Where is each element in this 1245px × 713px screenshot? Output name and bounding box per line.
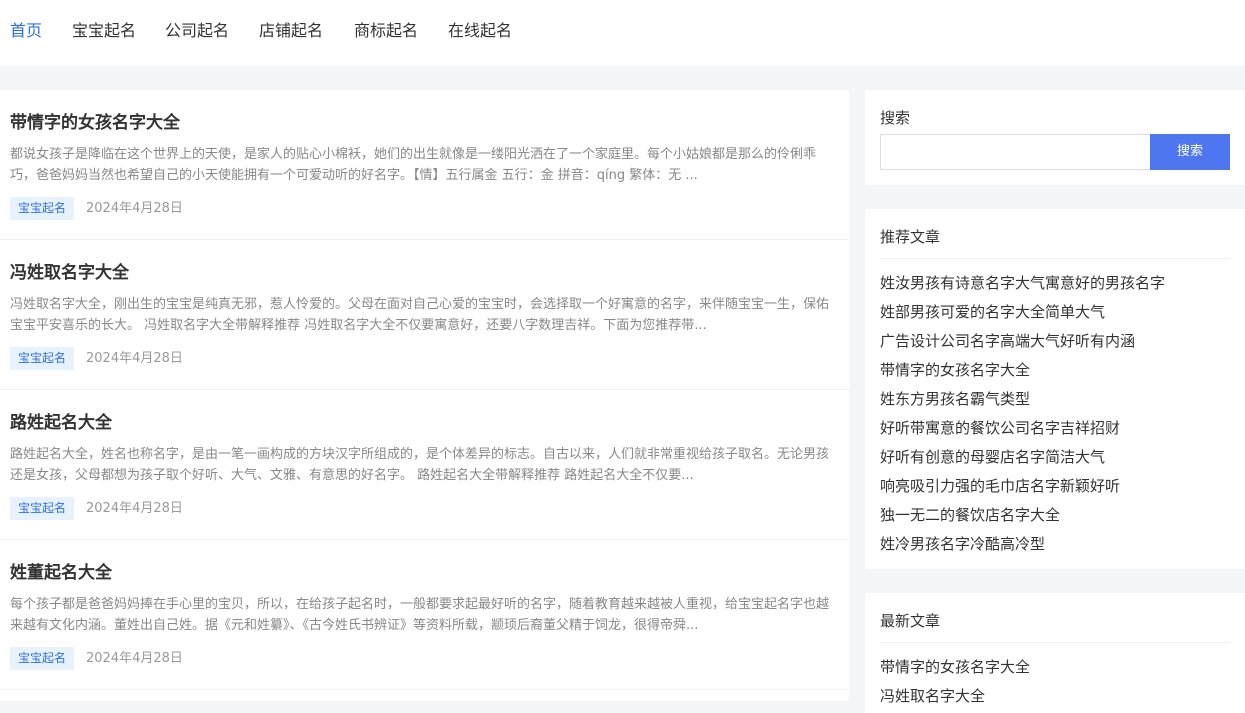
- search-widget: 搜索 搜索: [865, 90, 1245, 185]
- article-excerpt: 冯姓取名字大全，刚出生的宝宝是纯真无邪，惹人怜爱的。父母在面对自己心爱的宝宝时，…: [10, 297, 830, 333]
- latest-article-link[interactable]: 带情字的女孩名字大全: [880, 653, 1230, 682]
- recommended-article-link[interactable]: 姓部男孩可爱的名字大全简单大气: [880, 298, 1230, 327]
- top-navigation: 首页 宝宝起名 公司起名 店铺起名 商标起名 在线起名: [0, 0, 1245, 66]
- latest-widget-title: 最新文章: [880, 612, 941, 630]
- recommended-article-link[interactable]: 姓汝男孩有诗意名字大气寓意好的男孩名字: [880, 269, 1230, 298]
- recommended-article-link[interactable]: 独一无二的餐饮店名字大全: [880, 501, 1230, 530]
- recommended-article-link[interactable]: 好听带寓意的餐饮公司名字吉祥招财: [880, 414, 1230, 443]
- article-excerpt: 都说女孩子是降临在这个世界上的天使，是家人的贴心小棉袄，她们的出生就像是一缕阳光…: [10, 147, 817, 183]
- nav-item-shop-naming[interactable]: 店铺起名: [259, 20, 323, 42]
- article-title[interactable]: 带情字的女孩名字大全: [10, 111, 180, 135]
- widget-divider: [880, 642, 1230, 643]
- article-item: 冯姓取名字大全 冯姓取名字大全，刚出生的宝宝是纯真无邪，惹人怜爱的。父母在面对自…: [0, 240, 849, 390]
- recommended-widget-title: 推荐文章: [880, 228, 941, 246]
- article-date: 2024年4月28日: [86, 501, 183, 516]
- search-button[interactable]: 搜索: [1150, 134, 1230, 170]
- latest-list: 带情字的女孩名字大全 冯姓取名字大全: [880, 653, 1230, 711]
- nav-item-company-naming[interactable]: 公司起名: [165, 20, 229, 42]
- recommended-article-link[interactable]: 响亮吸引力强的毛巾店名字新颖好听: [880, 472, 1230, 501]
- recommended-list: 姓汝男孩有诗意名字大气寓意好的男孩名字 姓部男孩可爱的名字大全简单大气 广告设计…: [880, 269, 1230, 559]
- nav-item-baby-naming[interactable]: 宝宝起名: [72, 20, 136, 42]
- article-excerpt: 每个孩子都是爸爸妈妈捧在手心里的宝贝，所以，在给孩子起名时，一般都要求起最好听的…: [10, 597, 830, 633]
- nav-item-home[interactable]: 首页: [10, 20, 42, 42]
- article-item: 带情字的女孩名字大全 都说女孩子是降临在这个世界上的天使，是家人的贴心小棉袄，她…: [0, 90, 849, 240]
- article-category-tag[interactable]: 宝宝起名: [10, 347, 75, 370]
- article-date: 2024年4月28日: [86, 351, 183, 366]
- article-title[interactable]: 路姓起名大全: [10, 411, 112, 435]
- recommended-articles-widget: 推荐文章 姓汝男孩有诗意名字大气寓意好的男孩名字 姓部男孩可爱的名字大全简单大气…: [865, 209, 1245, 569]
- latest-article-link[interactable]: 冯姓取名字大全: [880, 682, 1230, 711]
- widget-divider: [880, 258, 1230, 259]
- article-category-tag[interactable]: 宝宝起名: [10, 647, 75, 670]
- article-category-tag[interactable]: 宝宝起名: [10, 497, 75, 520]
- recommended-article-link[interactable]: 好听有创意的母婴店名字简洁大气: [880, 443, 1230, 472]
- recommended-article-link[interactable]: 姓东方男孩名霸气类型: [880, 385, 1230, 414]
- nav-item-online-naming[interactable]: 在线起名: [448, 20, 512, 42]
- article-item: 路姓起名大全 路姓起名大全，姓名也称名字，是由一笔一画构成的方块汉字所组成的，是…: [0, 390, 849, 540]
- recommended-article-link[interactable]: 广告设计公司名字高端大气好听有内涵: [880, 327, 1230, 356]
- article-title[interactable]: 姓董起名大全: [10, 561, 112, 585]
- article-title[interactable]: 冯姓取名字大全: [10, 261, 129, 285]
- article-date: 2024年4月28日: [86, 201, 183, 216]
- search-widget-title: 搜索: [880, 109, 911, 127]
- article-category-tag[interactable]: 宝宝起名: [10, 197, 75, 220]
- recommended-article-link[interactable]: 带情字的女孩名字大全: [880, 356, 1230, 385]
- article-list: 带情字的女孩名字大全 都说女孩子是降临在这个世界上的天使，是家人的贴心小棉袄，她…: [0, 90, 849, 701]
- article-item: 姓董起名大全 每个孩子都是爸爸妈妈捧在手心里的宝贝，所以，在给孩子起名时，一般都…: [0, 540, 849, 690]
- search-input[interactable]: [880, 134, 1150, 170]
- nav-item-trademark-naming[interactable]: 商标起名: [354, 20, 418, 42]
- article-date: 2024年4月28日: [86, 651, 183, 666]
- recommended-article-link[interactable]: 姓冷男孩名字冷酷高冷型: [880, 530, 1230, 559]
- latest-articles-widget: 最新文章 带情字的女孩名字大全 冯姓取名字大全: [865, 593, 1245, 713]
- article-excerpt: 路姓起名大全，姓名也称名字，是由一笔一画构成的方块汉字所组成的，是个体差异的标志…: [10, 447, 830, 483]
